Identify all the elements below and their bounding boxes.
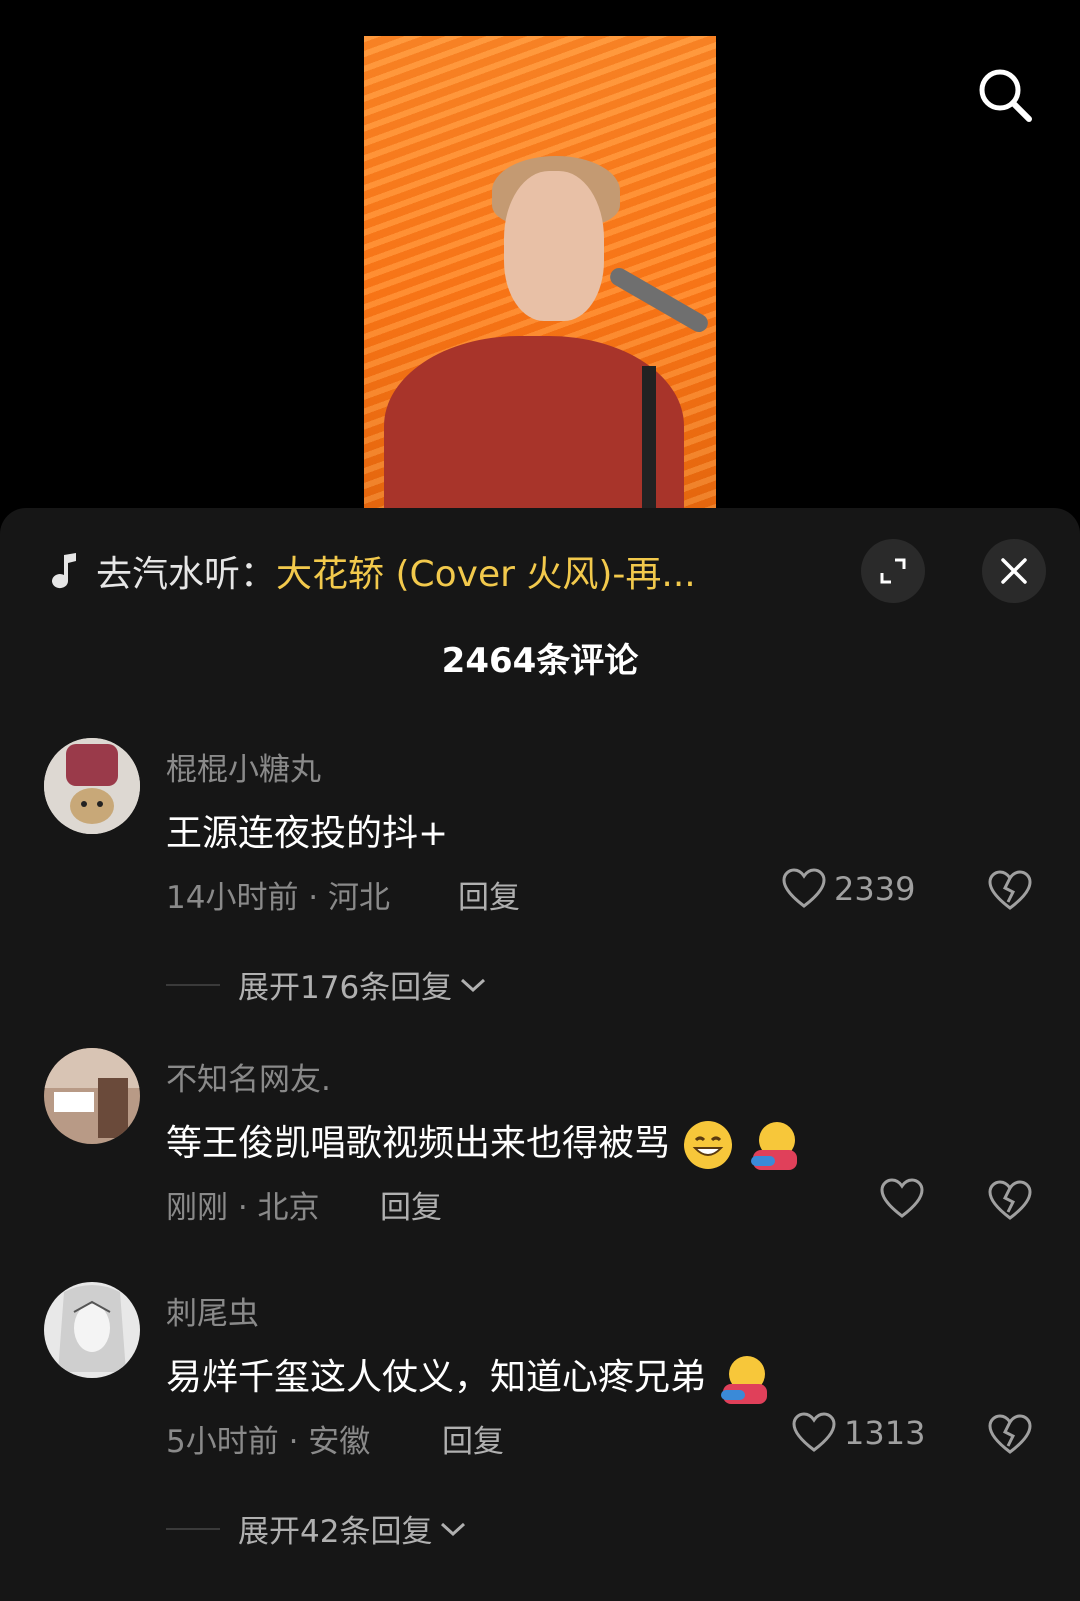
reply-button[interactable]: 回复 [442,1416,504,1461]
avatar-image [44,1048,140,1144]
music-link[interactable]: 去汽水听： 大花轿 (Cover 火风)-再... [50,544,696,598]
comment-username[interactable]: 棍棍小糖丸 [166,744,321,789]
microphone [606,264,712,336]
dislike-button[interactable] [988,1180,1032,1226]
comment-username[interactable]: 不知名网友. [166,1054,331,1099]
video-frame [364,36,716,510]
avatar[interactable] [44,738,140,834]
comment-text: 等王俊凯唱歌视频出来也得被骂 [166,1114,801,1172]
video-player[interactable] [0,0,1080,510]
search-icon [979,69,1032,122]
grin-sweat-emoji-icon [684,1121,733,1169]
reply-button[interactable]: 回复 [380,1182,442,1227]
broken-heart-icon [988,1414,1032,1454]
avatar-image [44,1282,140,1378]
close-icon [1001,558,1027,584]
divider [166,983,220,986]
like-count: 2339 [834,870,916,908]
music-note-icon [52,553,76,589]
chevron-down-icon [461,978,486,992]
singer-figure [384,336,684,510]
broken-heart-icon [988,870,1032,910]
expand-replies-label: 展开176条回复 [238,970,453,1006]
expand-replies-button[interactable]: 展开176条回复 [166,962,488,1007]
expand-replies-label: 展开42条回复 [238,1514,433,1550]
avatar[interactable] [44,1282,140,1378]
music-prefix: 去汽水听： [96,554,277,595]
comment-text-content: 等王俊凯唱歌视频出来也得被骂 [166,1123,671,1164]
like-button[interactable]: 2339 [782,868,915,910]
reply-button[interactable]: 回复 [458,872,520,917]
expand-icon [880,558,906,584]
close-button[interactable] [982,539,1046,603]
dislike-button[interactable] [988,870,1032,916]
heart-icon [792,1412,836,1452]
broken-heart-icon [988,1180,1032,1220]
heart-icon [782,868,826,908]
comment-text-content: 易烊千玺这人仗义，知道心疼兄弟 [166,1357,707,1398]
comment-username[interactable]: 刺尾虫 [166,1288,259,1333]
like-button[interactable]: 1313 [792,1412,925,1454]
comment-panel: 去汽水听： 大花轿 (Cover 火风)-再... 2464条评论 棍棍小糖丸 … [0,508,1080,1601]
mic-stand [642,366,656,510]
dislike-button[interactable] [988,1414,1032,1460]
like-button[interactable] [880,1178,932,1220]
hugging-emoji-icon [721,1356,768,1404]
heart-icon [880,1178,924,1218]
expand-replies-button[interactable]: 展开42条回复 [166,1506,468,1551]
comment-meta: 14小时前 · 河北 [166,880,391,916]
comment-meta: 5小时前 · 安徽 [166,1424,371,1460]
comment-count: 2464条评论 [441,641,639,681]
singer-head [504,171,604,321]
search-button[interactable] [975,65,1035,125]
comment-text: 易烊千玺这人仗义，知道心疼兄弟 [166,1348,771,1406]
like-count: 1313 [844,1414,926,1452]
chevron-down-icon [441,1522,466,1536]
divider [166,1527,220,1530]
music-title: 大花轿 (Cover 火风)-再... [276,554,696,595]
avatar[interactable] [44,1048,140,1144]
avatar-image [44,738,140,834]
expand-button[interactable] [861,539,925,603]
hugging-emoji-icon [750,1122,797,1170]
comment-text: 王源连夜投的抖+ [166,813,449,854]
comment-meta: 刚刚 · 北京 [166,1190,320,1226]
